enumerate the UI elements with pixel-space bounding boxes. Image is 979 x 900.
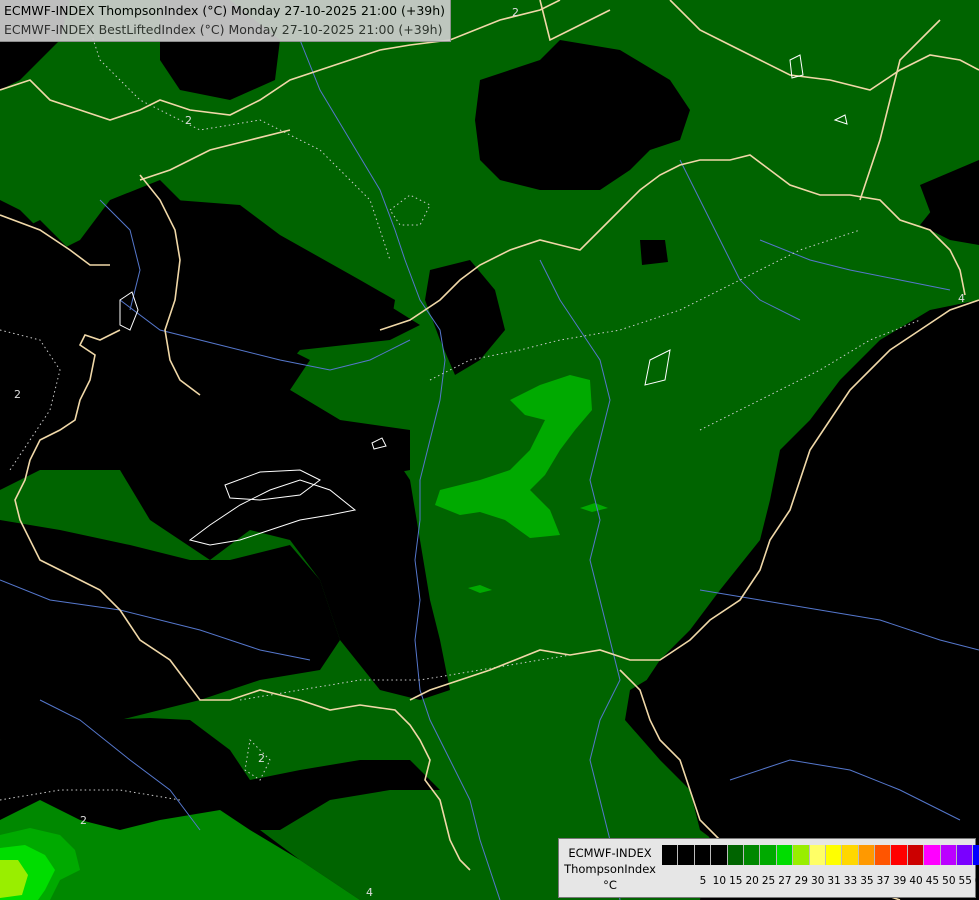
legend-tick-label: 15 (729, 875, 743, 887)
legend-swatch (907, 845, 925, 865)
legend-swatch (678, 845, 695, 865)
legend-tick-label: 39 (892, 875, 907, 887)
legend-swatch (891, 845, 908, 865)
legend-tick-label: 10 (712, 875, 727, 887)
legend-swatch (924, 845, 941, 865)
contour-label: 2 (80, 814, 87, 827)
contour-label: 4 (958, 292, 965, 305)
legend-ticks: 5 1015202527293031333537394045505560 (662, 875, 979, 887)
weather-map: 2 2 2 2 2 4 4 (0, 0, 979, 900)
legend-tick-label: 35 (860, 875, 874, 887)
legend-swatch (662, 845, 679, 865)
header-title-thompson: ECMWF-INDEX ThompsonIndex (°C) Monday 27… (4, 3, 446, 18)
legend-swatch (825, 845, 843, 865)
contour-label: 4 (366, 886, 373, 899)
legend-swatch (809, 845, 826, 865)
contour-label: 2 (185, 114, 192, 127)
legend-tick-label: 5 (699, 875, 707, 887)
legend-swatch (776, 845, 794, 865)
legend-tick-label: 20 (745, 875, 759, 887)
legend-tick-label: 25 (761, 875, 776, 887)
contour-label: 2 (512, 6, 519, 19)
legend-swatch (875, 845, 892, 865)
legend-tick-label: 29 (794, 875, 808, 887)
legend-tick-label: 60 (974, 875, 979, 887)
legend-tick-label: 27 (778, 875, 792, 887)
contour-label: 2 (14, 388, 21, 401)
legend-swatch (842, 845, 859, 865)
header-title-lifted: ECMWF-INDEX BestLiftedIndex (°C) Monday … (4, 22, 443, 37)
legend-tick-spacer (678, 875, 694, 887)
legend-tick-spacer (662, 875, 678, 887)
legend-swatch (711, 845, 728, 865)
legend-swatch (858, 845, 876, 865)
legend-unit: °C (603, 878, 617, 892)
legend-swatch (793, 845, 810, 865)
legend-swatch (727, 845, 744, 865)
legend-tick-label: 50 (942, 875, 956, 887)
legend-model: ECMWF-INDEX (568, 846, 652, 860)
legend-swatch (694, 845, 712, 865)
legend-tick-label: 40 (909, 875, 923, 887)
legend-tick-label: 31 (827, 875, 841, 887)
legend-variable: ThompsonIndex (564, 862, 656, 876)
map-header: ECMWF-INDEX ThompsonIndex (°C) Monday 27… (0, 0, 452, 42)
legend-tick-label: 45 (925, 875, 940, 887)
legend-tick-label: 33 (843, 875, 858, 887)
legend-swatch (760, 845, 777, 865)
contour-label: 2 (258, 752, 265, 765)
legend-swatch (743, 845, 761, 865)
legend-tick-label: 37 (876, 875, 890, 887)
legend-swatch (957, 845, 974, 865)
legend-tick-label: 30 (811, 875, 825, 887)
legend-title: ECMWF-INDEX ThompsonIndex °C (563, 845, 657, 893)
legend-swatch (940, 845, 958, 865)
legend-tick-label: 55 (958, 875, 972, 887)
legend-swatches (662, 845, 979, 865)
legend-swatch (973, 845, 979, 865)
color-legend: ECMWF-INDEX ThompsonIndex °C 5 10 15 20 25 27… (558, 838, 979, 898)
